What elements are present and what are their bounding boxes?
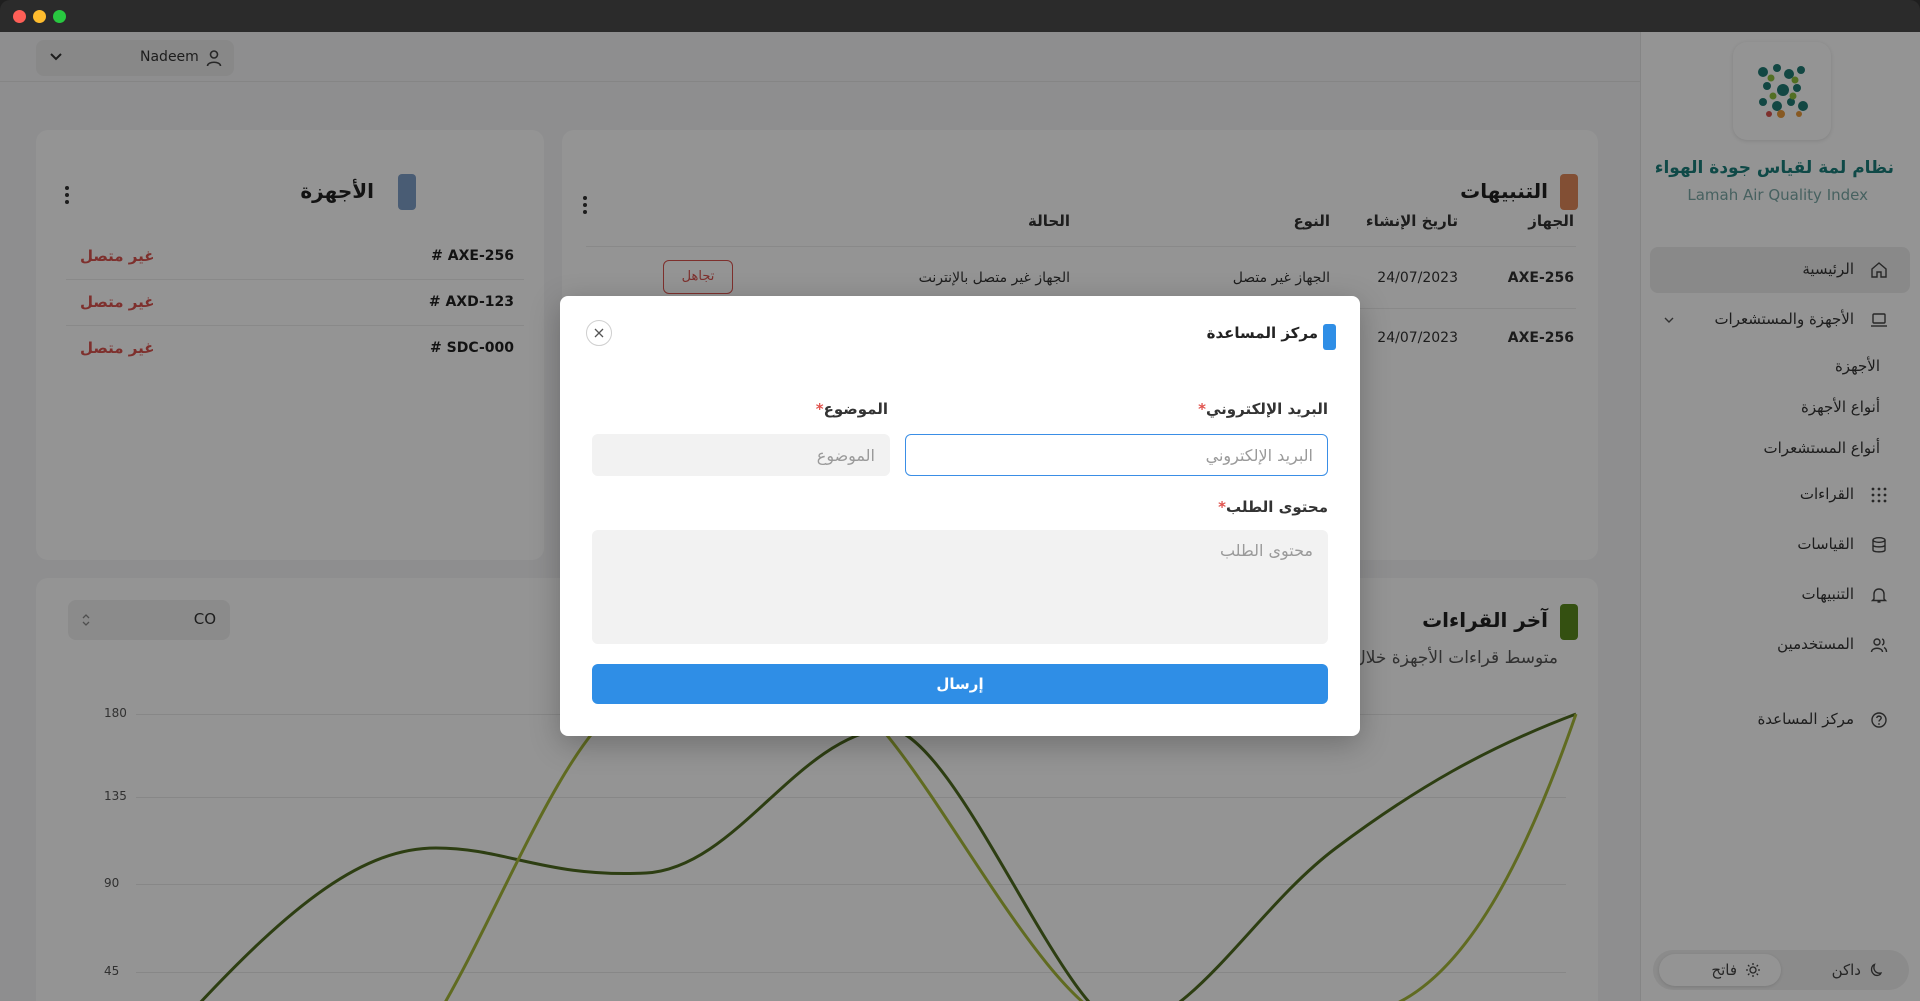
email-label: *البريد الإلكتروني bbox=[1195, 400, 1328, 418]
window-close-button[interactable] bbox=[13, 10, 26, 23]
subject-label-text: الموضوع bbox=[823, 400, 888, 418]
email-field[interactable] bbox=[905, 434, 1328, 476]
request-content-field[interactable] bbox=[592, 530, 1328, 644]
required-mark: * bbox=[1218, 498, 1227, 516]
email-label-text: البريد الإلكتروني bbox=[1206, 400, 1328, 418]
window-maximize-button[interactable] bbox=[53, 10, 66, 23]
window-minimize-button[interactable] bbox=[33, 10, 46, 23]
content-label-text: محتوى الطلب bbox=[1226, 498, 1328, 516]
subject-label: *الموضوع bbox=[813, 400, 888, 418]
window-titlebar bbox=[0, 0, 1920, 32]
content-label: *محتوى الطلب bbox=[1215, 498, 1328, 516]
close-icon bbox=[594, 328, 604, 338]
close-button[interactable] bbox=[586, 320, 612, 346]
required-mark: * bbox=[1198, 400, 1206, 418]
required-mark: * bbox=[815, 400, 824, 418]
subject-field[interactable] bbox=[592, 434, 890, 476]
modal-title-accent bbox=[1323, 324, 1336, 350]
help-center-modal: مركز المساعدة *البريد الإلكتروني *الموضو… bbox=[560, 296, 1360, 736]
submit-button[interactable]: إرسال bbox=[592, 664, 1328, 704]
modal-title: مركز المساعدة bbox=[1206, 324, 1318, 342]
